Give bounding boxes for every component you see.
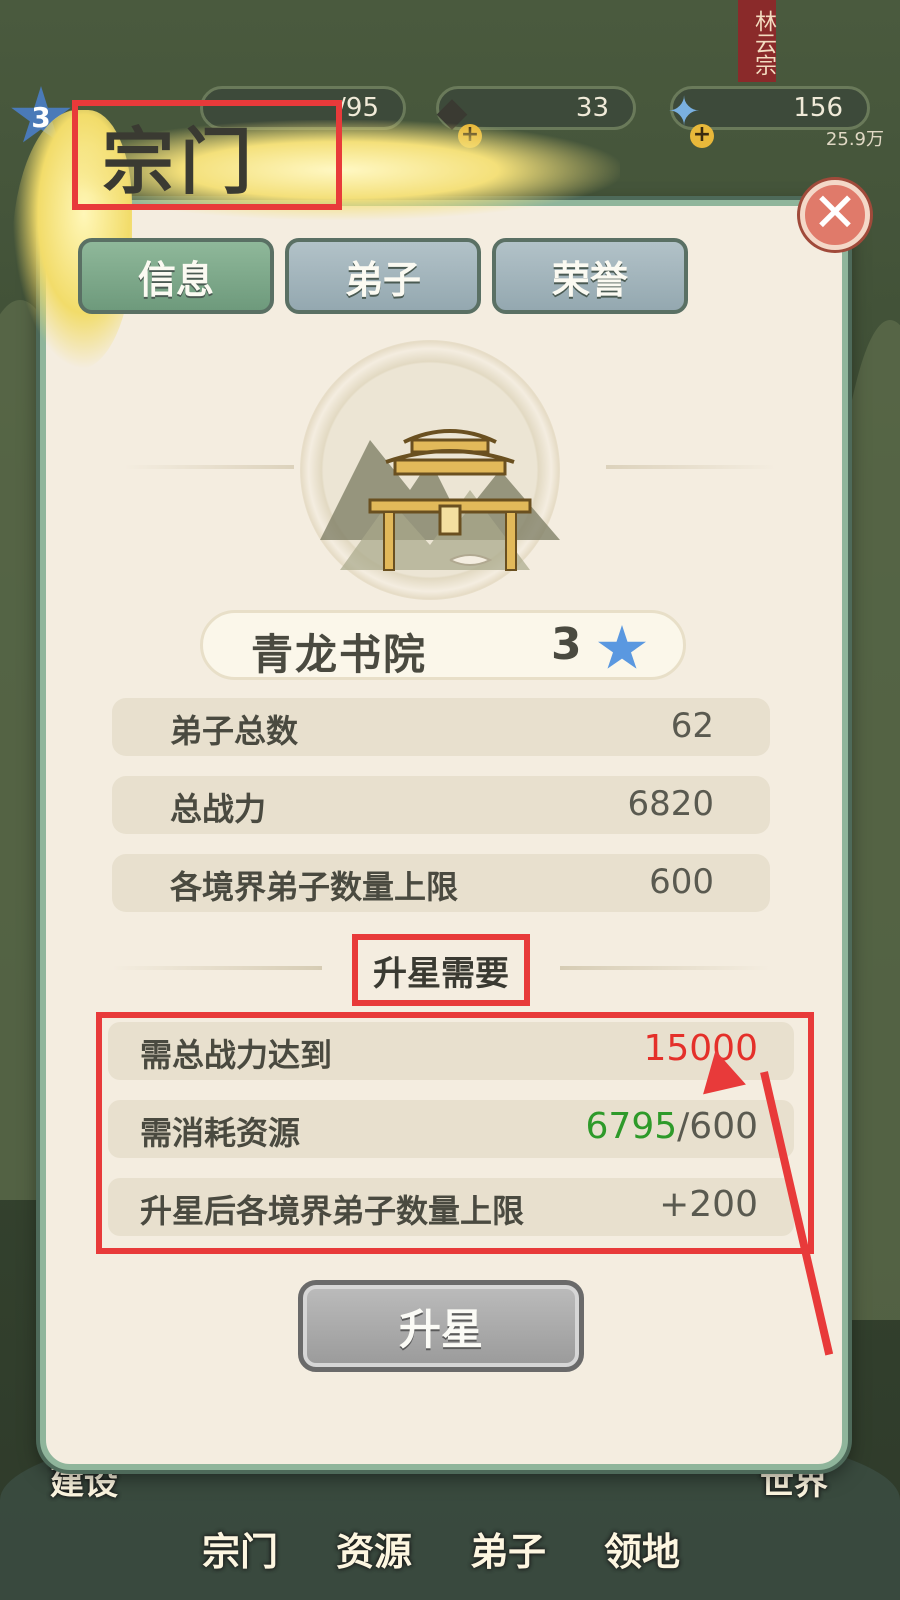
tab-info[interactable]: 信息 <box>78 238 274 314</box>
requirement-row-resources: 需消耗资源 6795/600 <box>108 1100 794 1158</box>
star-icon <box>598 625 646 669</box>
sect-name: 青龙书院 <box>251 630 428 679</box>
sect-name-plate: 青龙书院 3 <box>200 610 686 680</box>
resource-current-value: 6795 <box>585 1106 678 1147</box>
nav-disciples[interactable]: 弟子 <box>470 1521 546 1576</box>
close-button[interactable]: ✕ <box>800 180 870 250</box>
tab-disciples[interactable]: 弟子 <box>285 238 481 314</box>
stat-value: 6820 <box>627 784 714 824</box>
requirements-title-highlight: 升星需要 <box>352 934 530 1006</box>
requirement-label: 升星后各境界弟子数量上限 <box>140 1192 525 1230</box>
stat-row-disciples-total: 弟子总数 62 <box>112 698 770 756</box>
requirement-label: 需总战力达到 <box>140 1036 333 1074</box>
stat-label: 各境界弟子数量上限 <box>170 868 459 906</box>
requirements-highlight: 需总战力达到 15000 需消耗资源 6795/600 升星后各境界弟子数量上限… <box>96 1012 814 1254</box>
section-divider-right <box>560 966 770 970</box>
stat-row-total-power: 总战力 6820 <box>112 776 770 834</box>
section-divider-left <box>112 966 322 970</box>
emblem-divider-left <box>124 465 294 469</box>
total-power-text: 25.9万 <box>825 129 884 150</box>
nav-sect[interactable]: 宗门 <box>202 1521 278 1576</box>
resource-1-value: 33 <box>575 93 609 123</box>
requirements-title: 升星需要 <box>373 953 509 994</box>
modal-title: 宗门 <box>102 119 259 204</box>
stat-label: 总战力 <box>170 790 267 828</box>
stat-value: 600 <box>649 862 714 902</box>
modal-tabs: 信息 弟子 荣誉 <box>78 238 698 316</box>
sect-star-level: 3 <box>551 619 582 670</box>
resource-2-value: 156 <box>793 93 843 123</box>
emblem-divider-right <box>606 465 776 469</box>
crystal-icon: ✦ + <box>656 84 714 148</box>
disciples-count-text: /95 <box>337 93 379 123</box>
requirement-value: +200 <box>659 1184 758 1225</box>
pagoda-gate-icon <box>320 429 560 571</box>
stat-row-realm-limit: 各境界弟子数量上限 600 <box>112 854 770 912</box>
add-resource-2-button[interactable]: + <box>690 124 714 148</box>
stat-value: 62 <box>670 706 714 746</box>
sect-emblem <box>0 340 900 600</box>
stat-label: 弟子总数 <box>170 712 299 750</box>
requirement-row-power: 需总战力达到 15000 <box>108 1022 794 1080</box>
requirement-value: 6795/600 <box>586 1106 758 1147</box>
modal-title-highlight: 宗门 <box>72 100 342 210</box>
requirement-row-limit-bonus: 升星后各境界弟子数量上限 +200 <box>108 1178 794 1236</box>
nav-resources[interactable]: 资源 <box>336 1521 412 1576</box>
resource-required-value: /600 <box>677 1106 758 1147</box>
close-icon: ✕ <box>812 181 858 244</box>
nav-territory[interactable]: 领地 <box>604 1521 680 1576</box>
requirement-label: 需消耗资源 <box>140 1114 301 1152</box>
bottom-navigation: 建设 宗门 资源 弟子 领地 世界 <box>0 1450 900 1600</box>
tab-honor[interactable]: 荣誉 <box>492 238 688 314</box>
sect-name-badge[interactable]: 林云宗 <box>738 0 776 82</box>
upgrade-star-button[interactable]: 升星 <box>298 1280 584 1372</box>
